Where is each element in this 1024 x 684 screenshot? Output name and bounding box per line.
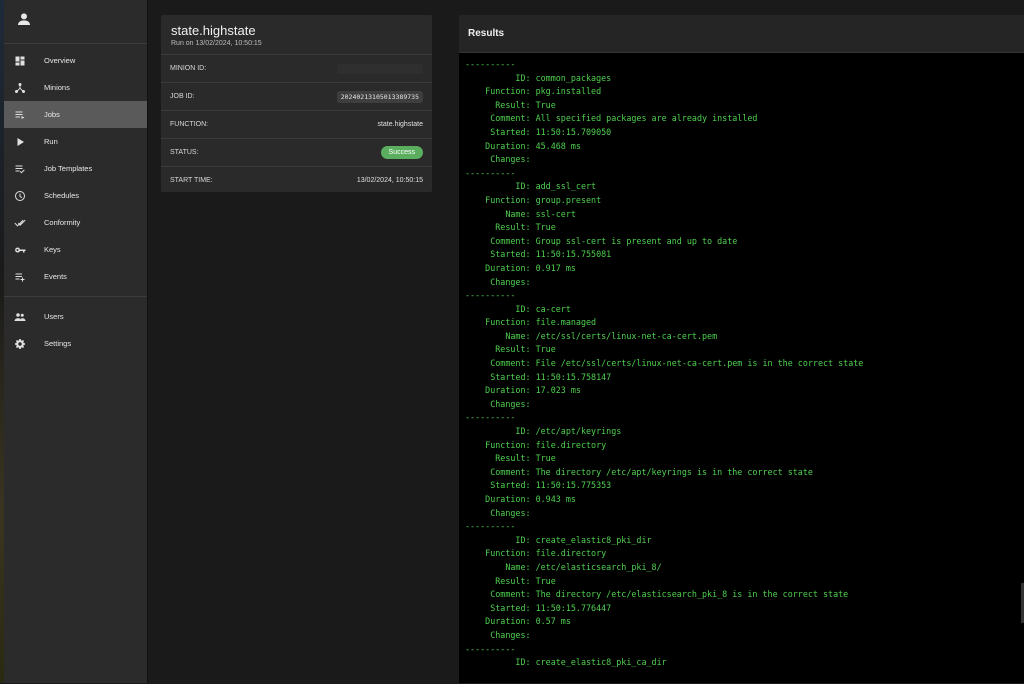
function-row: FUNCTION: state.highstate	[161, 111, 432, 139]
sidebar-item-label: Jobs	[44, 110, 60, 119]
function-value: state.highstate	[377, 121, 423, 128]
job-title: state.highstate	[171, 23, 422, 38]
sidebar-item-overview[interactable]: Overview	[4, 47, 147, 74]
sidebar-item-label: Overview	[44, 56, 75, 65]
hub-icon	[13, 81, 27, 95]
double-check-icon	[13, 216, 27, 230]
sidebar-item-run[interactable]: Run	[4, 128, 147, 155]
clock-icon	[13, 189, 27, 203]
minion-id-row: MINION ID:	[161, 55, 432, 83]
sidebar-header	[4, 0, 147, 44]
sidebar-divider	[4, 296, 147, 297]
list-icon	[13, 108, 27, 122]
sidebar-item-label: Run	[44, 137, 58, 146]
sidebar-item-settings[interactable]: Settings	[4, 330, 147, 357]
sidebar-item-schedules[interactable]: Schedules	[4, 182, 147, 209]
start-time-row: START TIME: 13/02/2024, 10:50:15	[161, 167, 432, 194]
key-icon	[13, 243, 27, 257]
sidebar-item-jobs[interactable]: Jobs	[4, 101, 147, 128]
sidebar-item-label: Job Templates	[44, 164, 92, 173]
sidebar-item-events[interactable]: Events	[4, 263, 147, 290]
sidebar-item-label: Schedules	[44, 191, 79, 200]
main-nav: Overview Minions Jobs Run Job Templates …	[4, 44, 147, 293]
sidebar-item-users[interactable]: Users	[4, 303, 147, 330]
sidebar-item-minions[interactable]: Minions	[4, 74, 147, 101]
job-details-header: state.highstate Run on 13/02/2024, 10:50…	[161, 15, 432, 55]
status-row: STATUS: Success	[161, 139, 432, 167]
job-id-chip[interactable]: 20240213105013389735	[337, 91, 423, 103]
minion-id-value	[337, 64, 423, 74]
job-id-label: JOB ID:	[170, 93, 195, 100]
results-title: Results	[459, 15, 1024, 53]
sidebar-item-job-templates[interactable]: Job Templates	[4, 155, 147, 182]
job-id-row: JOB ID: 20240213105013389735	[161, 83, 432, 111]
sidebar-item-label: Settings	[44, 339, 71, 348]
secondary-nav: Users Settings	[4, 300, 147, 360]
sidebar-item-conformity[interactable]: Conformity	[4, 209, 147, 236]
job-run-time: Run on 13/02/2024, 10:50:15	[171, 40, 422, 47]
playlist-add-icon	[13, 270, 27, 284]
status-badge: Success	[381, 146, 423, 159]
sidebar: Overview Minions Jobs Run Job Templates …	[4, 0, 148, 683]
results-log: ---------- ID: common_packages Function:…	[459, 53, 1024, 670]
sidebar-item-label: Events	[44, 272, 67, 281]
gear-icon	[13, 337, 27, 351]
function-label: FUNCTION:	[170, 121, 208, 128]
account-icon[interactable]	[16, 11, 32, 32]
results-output[interactable]: ---------- ID: common_packages Function:…	[459, 53, 1024, 684]
people-icon	[13, 310, 27, 324]
dashboard-icon	[13, 54, 27, 68]
sidebar-item-label: Conformity	[44, 218, 80, 227]
job-details-card: state.highstate Run on 13/02/2024, 10:50…	[161, 15, 432, 192]
sidebar-item-keys[interactable]: Keys	[4, 236, 147, 263]
start-time-label: START TIME:	[170, 177, 213, 184]
sidebar-item-label: Users	[44, 312, 64, 321]
checklist-icon	[13, 162, 27, 176]
minion-id-label: MINION ID:	[170, 65, 206, 72]
sidebar-item-label: Keys	[44, 245, 61, 254]
start-time-value: 13/02/2024, 10:50:15	[357, 177, 423, 184]
results-panel: Results ---------- ID: common_packages F…	[459, 15, 1024, 683]
status-label: STATUS:	[170, 149, 199, 156]
play-icon	[13, 135, 27, 149]
sidebar-item-label: Minions	[44, 83, 70, 92]
